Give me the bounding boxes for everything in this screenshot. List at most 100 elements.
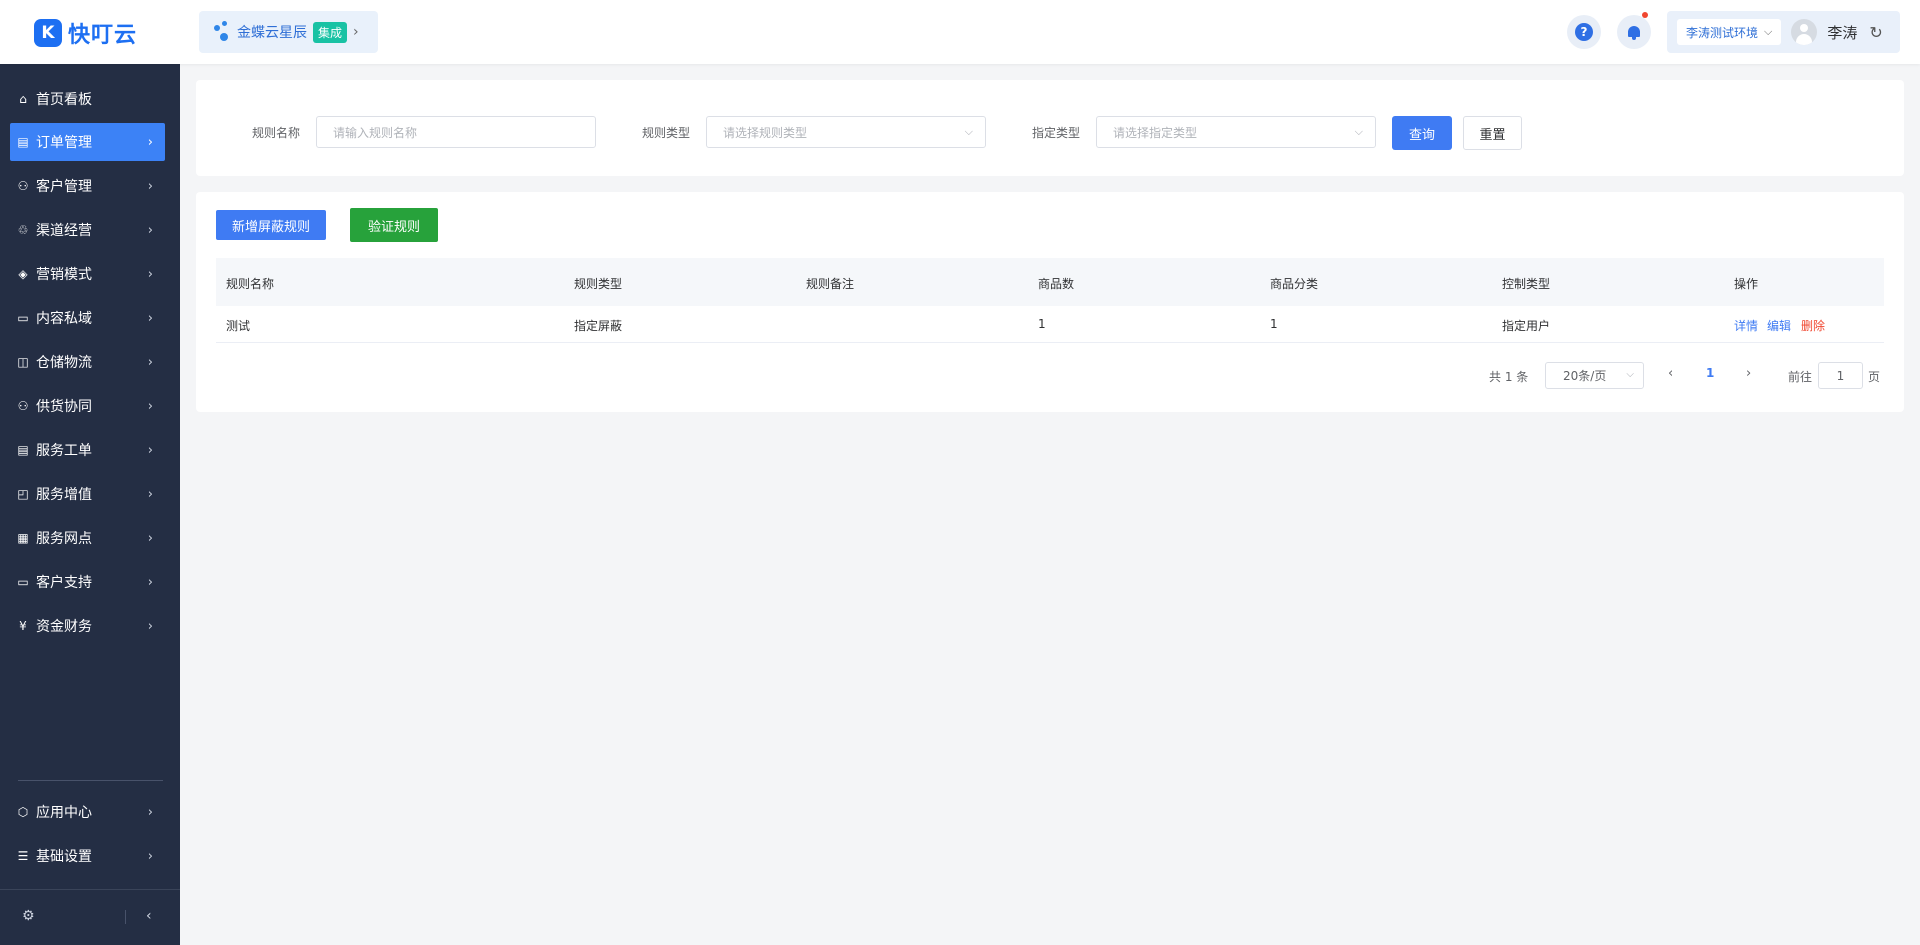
sidebar-item-dashboard[interactable]: ⌂ 首页看板: [10, 80, 165, 118]
chevron-right-icon: ›: [147, 486, 153, 502]
supply-icon: ⚇: [17, 399, 29, 413]
assign-type-placeholder: 请选择指定类型: [1113, 125, 1198, 140]
sidebar-item-app-center[interactable]: ⬡ 应用中心 ›: [10, 793, 165, 831]
bell-icon: [1627, 25, 1641, 40]
sidebar-item-channels[interactable]: ♲ 渠道经营 ›: [10, 211, 165, 249]
chevron-right-icon: ›: [147, 618, 153, 634]
sidebar: ⌂ 首页看板 ▤ 订单管理 › ⚇ 客户管理 › ♲ 渠道经营 › ◈ 营销模式…: [0, 64, 180, 945]
sidebar-item-supply[interactable]: ⚇ 供货协同 ›: [10, 387, 165, 425]
chevron-right-icon: ›: [147, 310, 153, 326]
logo-icon: K: [34, 19, 62, 47]
sidebar-item-label: 内容私域: [36, 311, 92, 327]
help-icon: ?: [1575, 23, 1593, 41]
sidebar-item-label: 订单管理: [36, 135, 92, 151]
sidebar-item-label: 应用中心: [36, 805, 92, 821]
chevron-right-icon: ›: [147, 574, 153, 590]
order-icon: ▤: [17, 135, 29, 149]
sidebar-item-customers[interactable]: ⚇ 客户管理 ›: [10, 167, 165, 205]
rule-name-label: 规则名称: [252, 126, 301, 140]
query-button[interactable]: 查询: [1392, 116, 1452, 150]
home-icon: ⌂: [19, 92, 27, 106]
sidebar-item-label: 营销模式: [36, 267, 92, 283]
username: 李涛: [1827, 23, 1858, 42]
page-size-select[interactable]: 20条/页 ⌵: [1545, 362, 1644, 389]
current-page[interactable]: 1: [1706, 366, 1714, 380]
cell-rule-name: 测试: [226, 319, 251, 333]
chevron-right-icon: ›: [147, 222, 153, 238]
sidebar-item-content[interactable]: ▭ 内容私域 ›: [10, 299, 165, 337]
rule-name-placeholder: 请输入规则名称: [333, 125, 418, 140]
sidebar-item-label: 渠道经营: [36, 223, 92, 239]
warehouse-icon: ◫: [17, 355, 29, 369]
page-size-value: 20条/页: [1563, 369, 1607, 383]
column-header: 商品分类: [1270, 277, 1319, 291]
sidebar-divider: [18, 780, 163, 781]
sidebar-item-workorders[interactable]: ▤ 服务工单 ›: [10, 431, 165, 469]
cell-control-type: 指定用户: [1502, 319, 1551, 333]
tag-icon: ◈: [18, 267, 28, 281]
assign-type-select[interactable]: 请选择指定类型 ⌵: [1096, 116, 1376, 148]
rule-type-label: 规则类型: [642, 126, 691, 140]
user-area: 李涛测试环境 ⌵ 李涛 ↻: [1667, 11, 1900, 53]
help-button[interactable]: ?: [1567, 15, 1601, 49]
sidebar-item-settings[interactable]: ☰ 基础设置 ›: [10, 837, 165, 875]
integration-switch[interactable]: 金蝶云星辰 集成 ›: [199, 11, 378, 53]
detail-link[interactable]: 详情: [1734, 317, 1758, 334]
integration-name: 金蝶云星辰: [237, 25, 307, 41]
page-suffix: 页: [1868, 370, 1881, 384]
sidebar-item-label: 供货协同: [36, 399, 92, 415]
integration-dots-icon: [213, 21, 229, 43]
edit-link[interactable]: 编辑: [1767, 317, 1791, 334]
goto-page-value: 1: [1836, 368, 1845, 383]
notification-button[interactable]: [1617, 12, 1651, 49]
sidebar-item-marketing[interactable]: ◈ 营销模式 ›: [10, 255, 165, 293]
refresh-icon[interactable]: ↻: [1869, 23, 1882, 42]
sidebar-item-warehouse[interactable]: ◫ 仓储物流 ›: [10, 343, 165, 381]
chevron-right-icon: ›: [147, 848, 153, 864]
top-header: K 快叮云 金蝶云星辰 集成 › ? 李涛测试环境 ⌵ 李涛 ↻: [0, 0, 1920, 64]
rule-type-select[interactable]: 请选择规则类型 ⌵: [706, 116, 986, 148]
cell-product-category: 1: [1270, 317, 1278, 331]
sidebar-footer-separator: [125, 910, 126, 924]
sidebar-item-value-added[interactable]: ◰ 服务增值 ›: [10, 475, 165, 513]
goto-label: 前往: [1788, 370, 1813, 384]
sidebar-item-support[interactable]: ▭ 客户支持 ›: [10, 563, 165, 601]
gear-icon[interactable]: ⚙: [22, 908, 35, 924]
reset-button[interactable]: 重置: [1463, 116, 1522, 150]
add-block-rule-button[interactable]: 新增屏蔽规则: [216, 210, 326, 240]
bag-icon: ◰: [17, 487, 29, 501]
workorder-icon: ▤: [17, 443, 29, 457]
column-header: 控制类型: [1502, 277, 1551, 291]
collapse-icon[interactable]: ‹: [146, 908, 152, 924]
sidebar-item-label: 服务网点: [36, 531, 92, 547]
chevron-right-icon: ›: [147, 442, 153, 458]
support-icon: ▭: [17, 575, 29, 589]
sidebar-item-service-points[interactable]: ▦ 服务网点 ›: [10, 519, 165, 557]
delete-link[interactable]: 删除: [1801, 317, 1825, 334]
rule-name-input[interactable]: 请输入规则名称: [316, 116, 596, 148]
column-header: 规则备注: [806, 277, 855, 291]
avatar[interactable]: [1791, 19, 1818, 45]
chevron-right-icon: ›: [147, 266, 153, 282]
chevron-down-icon: ⌵: [1764, 25, 1773, 38]
chevron-down-icon: ⌵: [1626, 369, 1634, 380]
sidebar-item-orders[interactable]: ▤ 订单管理 ›: [10, 123, 165, 161]
chevron-right-icon: ›: [147, 354, 153, 370]
sidebar-item-label: 首页看板: [36, 92, 92, 108]
channel-icon: ♲: [17, 223, 29, 237]
next-page-button[interactable]: ›: [1746, 366, 1751, 381]
sidebar-item-label: 客户支持: [36, 575, 92, 591]
goto-page-input[interactable]: 1: [1818, 362, 1863, 389]
chevron-right-icon: ›: [147, 178, 153, 194]
logo[interactable]: K 快叮云: [34, 17, 137, 49]
prev-page-button[interactable]: ‹: [1668, 366, 1673, 381]
sidebar-item-finance[interactable]: ¥ 资金财务 ›: [10, 607, 165, 645]
user-icon: ⚇: [17, 179, 29, 193]
chevron-down-icon: ⌵: [964, 125, 973, 138]
column-header: 操作: [1734, 277, 1759, 291]
environment-select[interactable]: 李涛测试环境 ⌵: [1677, 19, 1782, 45]
chevron-right-icon: ›: [147, 804, 153, 820]
sidebar-item-label: 服务工单: [36, 443, 92, 459]
sidebar-item-label: 客户管理: [36, 179, 92, 195]
verify-rule-button[interactable]: 验证规则: [350, 208, 438, 242]
